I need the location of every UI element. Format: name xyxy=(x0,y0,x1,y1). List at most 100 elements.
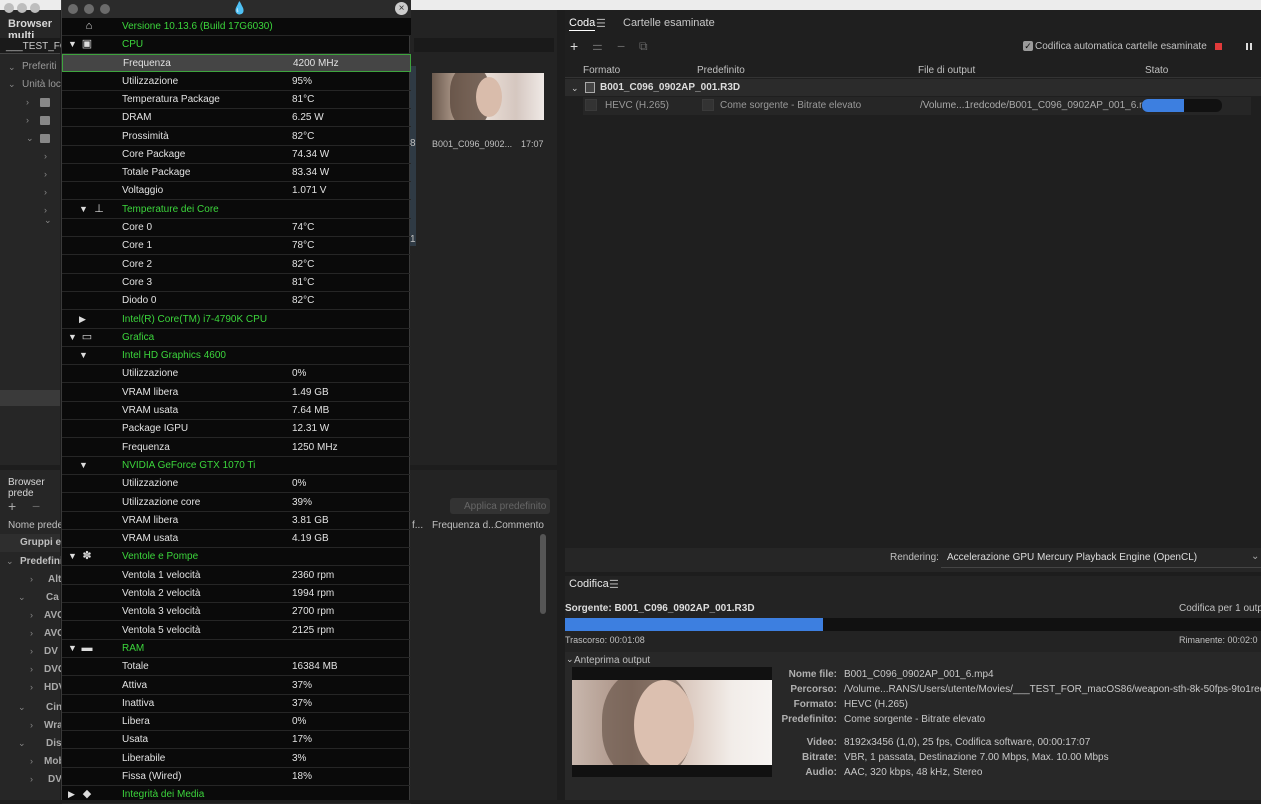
istat-metric-row[interactable]: VRAM usata 7.64 MB xyxy=(62,402,411,420)
istat-metric-row[interactable]: Core 2 82°C xyxy=(62,256,411,274)
chevron-down-icon[interactable]: ⌄ xyxy=(26,133,34,144)
chevron-down-icon[interactable]: ⌄ xyxy=(18,738,26,749)
chevron-down-icon[interactable]: ⌄ xyxy=(8,62,16,73)
settings-sliders-icon[interactable]: ⚌ xyxy=(592,39,603,53)
column-comment[interactable]: Commento xyxy=(495,520,544,531)
istat-section-row[interactable]: ▶ Intel(R) Core(TM) i7-4790K CPU xyxy=(62,311,411,329)
remove-icon[interactable]: − xyxy=(617,38,625,54)
chevron-right-icon[interactable]: › xyxy=(30,628,33,638)
chevron-down-icon[interactable]: ⌄ xyxy=(8,79,16,90)
stop-button[interactable] xyxy=(1215,43,1222,50)
column-output-file[interactable]: File di output xyxy=(918,65,975,76)
disclosure-open-icon[interactable]: ▼ xyxy=(79,460,88,470)
istat-section-row[interactable]: ▼ ▣ CPU xyxy=(62,36,411,54)
menu-icon[interactable]: ☰ xyxy=(609,578,619,591)
chevron-down-icon[interactable]: ⌄ xyxy=(44,215,52,226)
istat-metric-row[interactable]: Voltaggio 1.071 V xyxy=(62,182,411,201)
istat-section-row[interactable]: ▶ ◆ Integrità dei Media xyxy=(62,786,411,804)
column-status[interactable]: Stato xyxy=(1145,65,1168,76)
clip-thumbnail[interactable] xyxy=(432,73,544,120)
istat-metric-row[interactable]: Package IGPU 12.31 W xyxy=(62,420,411,439)
istat-metric-row[interactable]: VRAM libera 1.49 GB xyxy=(62,384,411,402)
apply-preset-button[interactable]: Applica predefinito xyxy=(464,501,546,512)
preset-tree-item[interactable]: Wra xyxy=(44,720,63,731)
istat-metric-row[interactable]: DRAM 6.25 W xyxy=(62,109,411,128)
istat-metric-row[interactable]: Prossimità 82°C xyxy=(62,128,411,146)
tab-queue[interactable]: Coda xyxy=(569,17,596,31)
queue-item-format[interactable]: HEVC (H.265) xyxy=(605,100,669,111)
chevron-right-icon[interactable]: › xyxy=(30,774,33,784)
pause-button[interactable] xyxy=(1250,43,1252,50)
menu-icon[interactable]: ☰ xyxy=(596,17,606,30)
chevron-right-icon[interactable]: › xyxy=(26,115,29,125)
close-icon[interactable]: × xyxy=(395,2,408,15)
tab-watched-folders[interactable]: Cartelle esaminate xyxy=(623,17,715,29)
chevron-right-icon[interactable]: › xyxy=(44,205,47,215)
istat-metric-row[interactable]: Totale Package 83.34 W xyxy=(62,164,411,183)
queue-item-preset[interactable]: Come sorgente - Bitrate elevato xyxy=(720,100,861,111)
chevron-right-icon[interactable]: › xyxy=(30,610,33,620)
istat-metric-row[interactable]: Core 1 78°C xyxy=(62,237,411,256)
close-window-button[interactable] xyxy=(68,4,78,14)
istat-section-row[interactable]: ▼ NVIDIA GeForce GTX 1070 Ti xyxy=(62,457,411,475)
queue-item-output[interactable]: /Volume...1redcode/B001_C096_0902AP_001_… xyxy=(920,100,1159,111)
istat-metric-row[interactable]: Fissa (Wired) 18% xyxy=(62,768,411,786)
preset-tree-item[interactable]: Cin xyxy=(46,702,62,713)
disclosure-open-icon[interactable]: ▼ xyxy=(68,551,77,561)
add-icon[interactable]: + xyxy=(570,38,578,54)
scrollbar[interactable] xyxy=(540,534,546,614)
istat-metric-row[interactable]: VRAM usata 4.19 GB xyxy=(62,530,411,549)
istat-metric-row[interactable]: Diodo 0 82°C xyxy=(62,292,411,311)
istat-metric-row[interactable]: Core Package 74.34 W xyxy=(62,146,411,164)
disclosure-open-icon[interactable]: ▼ xyxy=(68,643,77,653)
tab-encode[interactable]: Codifica xyxy=(569,578,609,590)
istat-section-row[interactable]: ▼ ✽ Ventole e Pompe xyxy=(62,548,411,567)
istat-metric-row[interactable]: Inattiva 37% xyxy=(62,695,411,713)
istat-metric-row[interactable]: Ventola 5 velocità 2125 rpm xyxy=(62,622,411,640)
chevron-right-icon[interactable]: › xyxy=(30,574,33,584)
add-icon[interactable]: + xyxy=(8,498,16,514)
preset-root[interactable]: Predefini xyxy=(20,556,63,567)
chevron-down-icon[interactable]: ⌄ xyxy=(18,592,26,603)
chevron-down-icon[interactable]: ⌄ xyxy=(1251,551,1259,562)
disclosure-closed-icon[interactable]: ▶ xyxy=(68,789,75,800)
chevron-right-icon[interactable]: › xyxy=(30,720,33,730)
istat-section-row[interactable]: ▼ ▭ Grafica xyxy=(62,329,411,347)
duplicate-icon[interactable]: ⧉ xyxy=(639,39,648,54)
preset-tree-item[interactable]: Ca xyxy=(46,592,59,603)
istat-metric-row[interactable]: Ventola 1 velocità 2360 rpm xyxy=(62,567,411,585)
chevron-down-icon[interactable]: ⌄ xyxy=(18,702,26,713)
auto-encode-checkbox[interactable]: ✓ xyxy=(1023,41,1033,51)
istat-metric-row[interactable]: Utilizzazione 95% xyxy=(62,73,411,91)
preset-tree-item[interactable]: Dis xyxy=(46,738,62,749)
istat-metric-row[interactable]: Utilizzazione 0% xyxy=(62,365,411,384)
column-format[interactable]: Formato xyxy=(583,65,620,76)
istat-metric-row[interactable]: Utilizzazione core 39% xyxy=(62,494,411,512)
chevron-down-icon[interactable]: ⌄ xyxy=(6,556,14,567)
istat-metric-row[interactable]: Frequenza 1250 MHz xyxy=(62,439,411,457)
chevron-down-icon[interactable]: ⌄ xyxy=(571,83,579,94)
istat-metric-row[interactable]: Usata 17% xyxy=(62,731,411,750)
istat-section-row[interactable]: ▼ Intel HD Graphics 4600 xyxy=(62,347,411,366)
istat-section-row[interactable]: ▼ ▬ RAM xyxy=(62,640,411,658)
istat-metric-row[interactable]: Frequenza 4200 MHz xyxy=(62,54,411,73)
preset-tree-item[interactable]: DV xyxy=(48,774,62,785)
istat-metric-row[interactable]: Totale 16384 MB xyxy=(62,658,411,677)
disclosure-closed-icon[interactable]: ▶ xyxy=(79,314,86,325)
preset-tree-item[interactable]: DV xyxy=(44,646,58,657)
chevron-right-icon[interactable]: › xyxy=(30,664,33,674)
istat-metric-row[interactable]: Temperatura Package 81°C xyxy=(62,91,411,109)
preset-tree-item[interactable]: Alt xyxy=(48,574,61,585)
chevron-right-icon[interactable]: › xyxy=(30,682,33,692)
istat-metric-row[interactable]: VRAM libera 3.81 GB xyxy=(62,512,411,530)
chevron-right-icon[interactable]: › xyxy=(26,97,29,107)
chevron-right-icon[interactable]: › xyxy=(44,151,47,161)
istat-metric-row[interactable]: Utilizzazione 0% xyxy=(62,475,411,494)
istat-metric-row[interactable]: Liberabile 3% xyxy=(62,750,411,768)
istat-metric-row[interactable]: Libera 0% xyxy=(62,713,411,732)
istat-metric-row[interactable]: Core 0 74°C xyxy=(62,219,411,237)
column-frequency[interactable]: Frequenza d... xyxy=(432,520,496,531)
column-preset[interactable]: Predefinito xyxy=(697,65,745,76)
disclosure-open-icon[interactable]: ▼ xyxy=(68,332,77,342)
chevron-right-icon[interactable]: › xyxy=(44,169,47,179)
